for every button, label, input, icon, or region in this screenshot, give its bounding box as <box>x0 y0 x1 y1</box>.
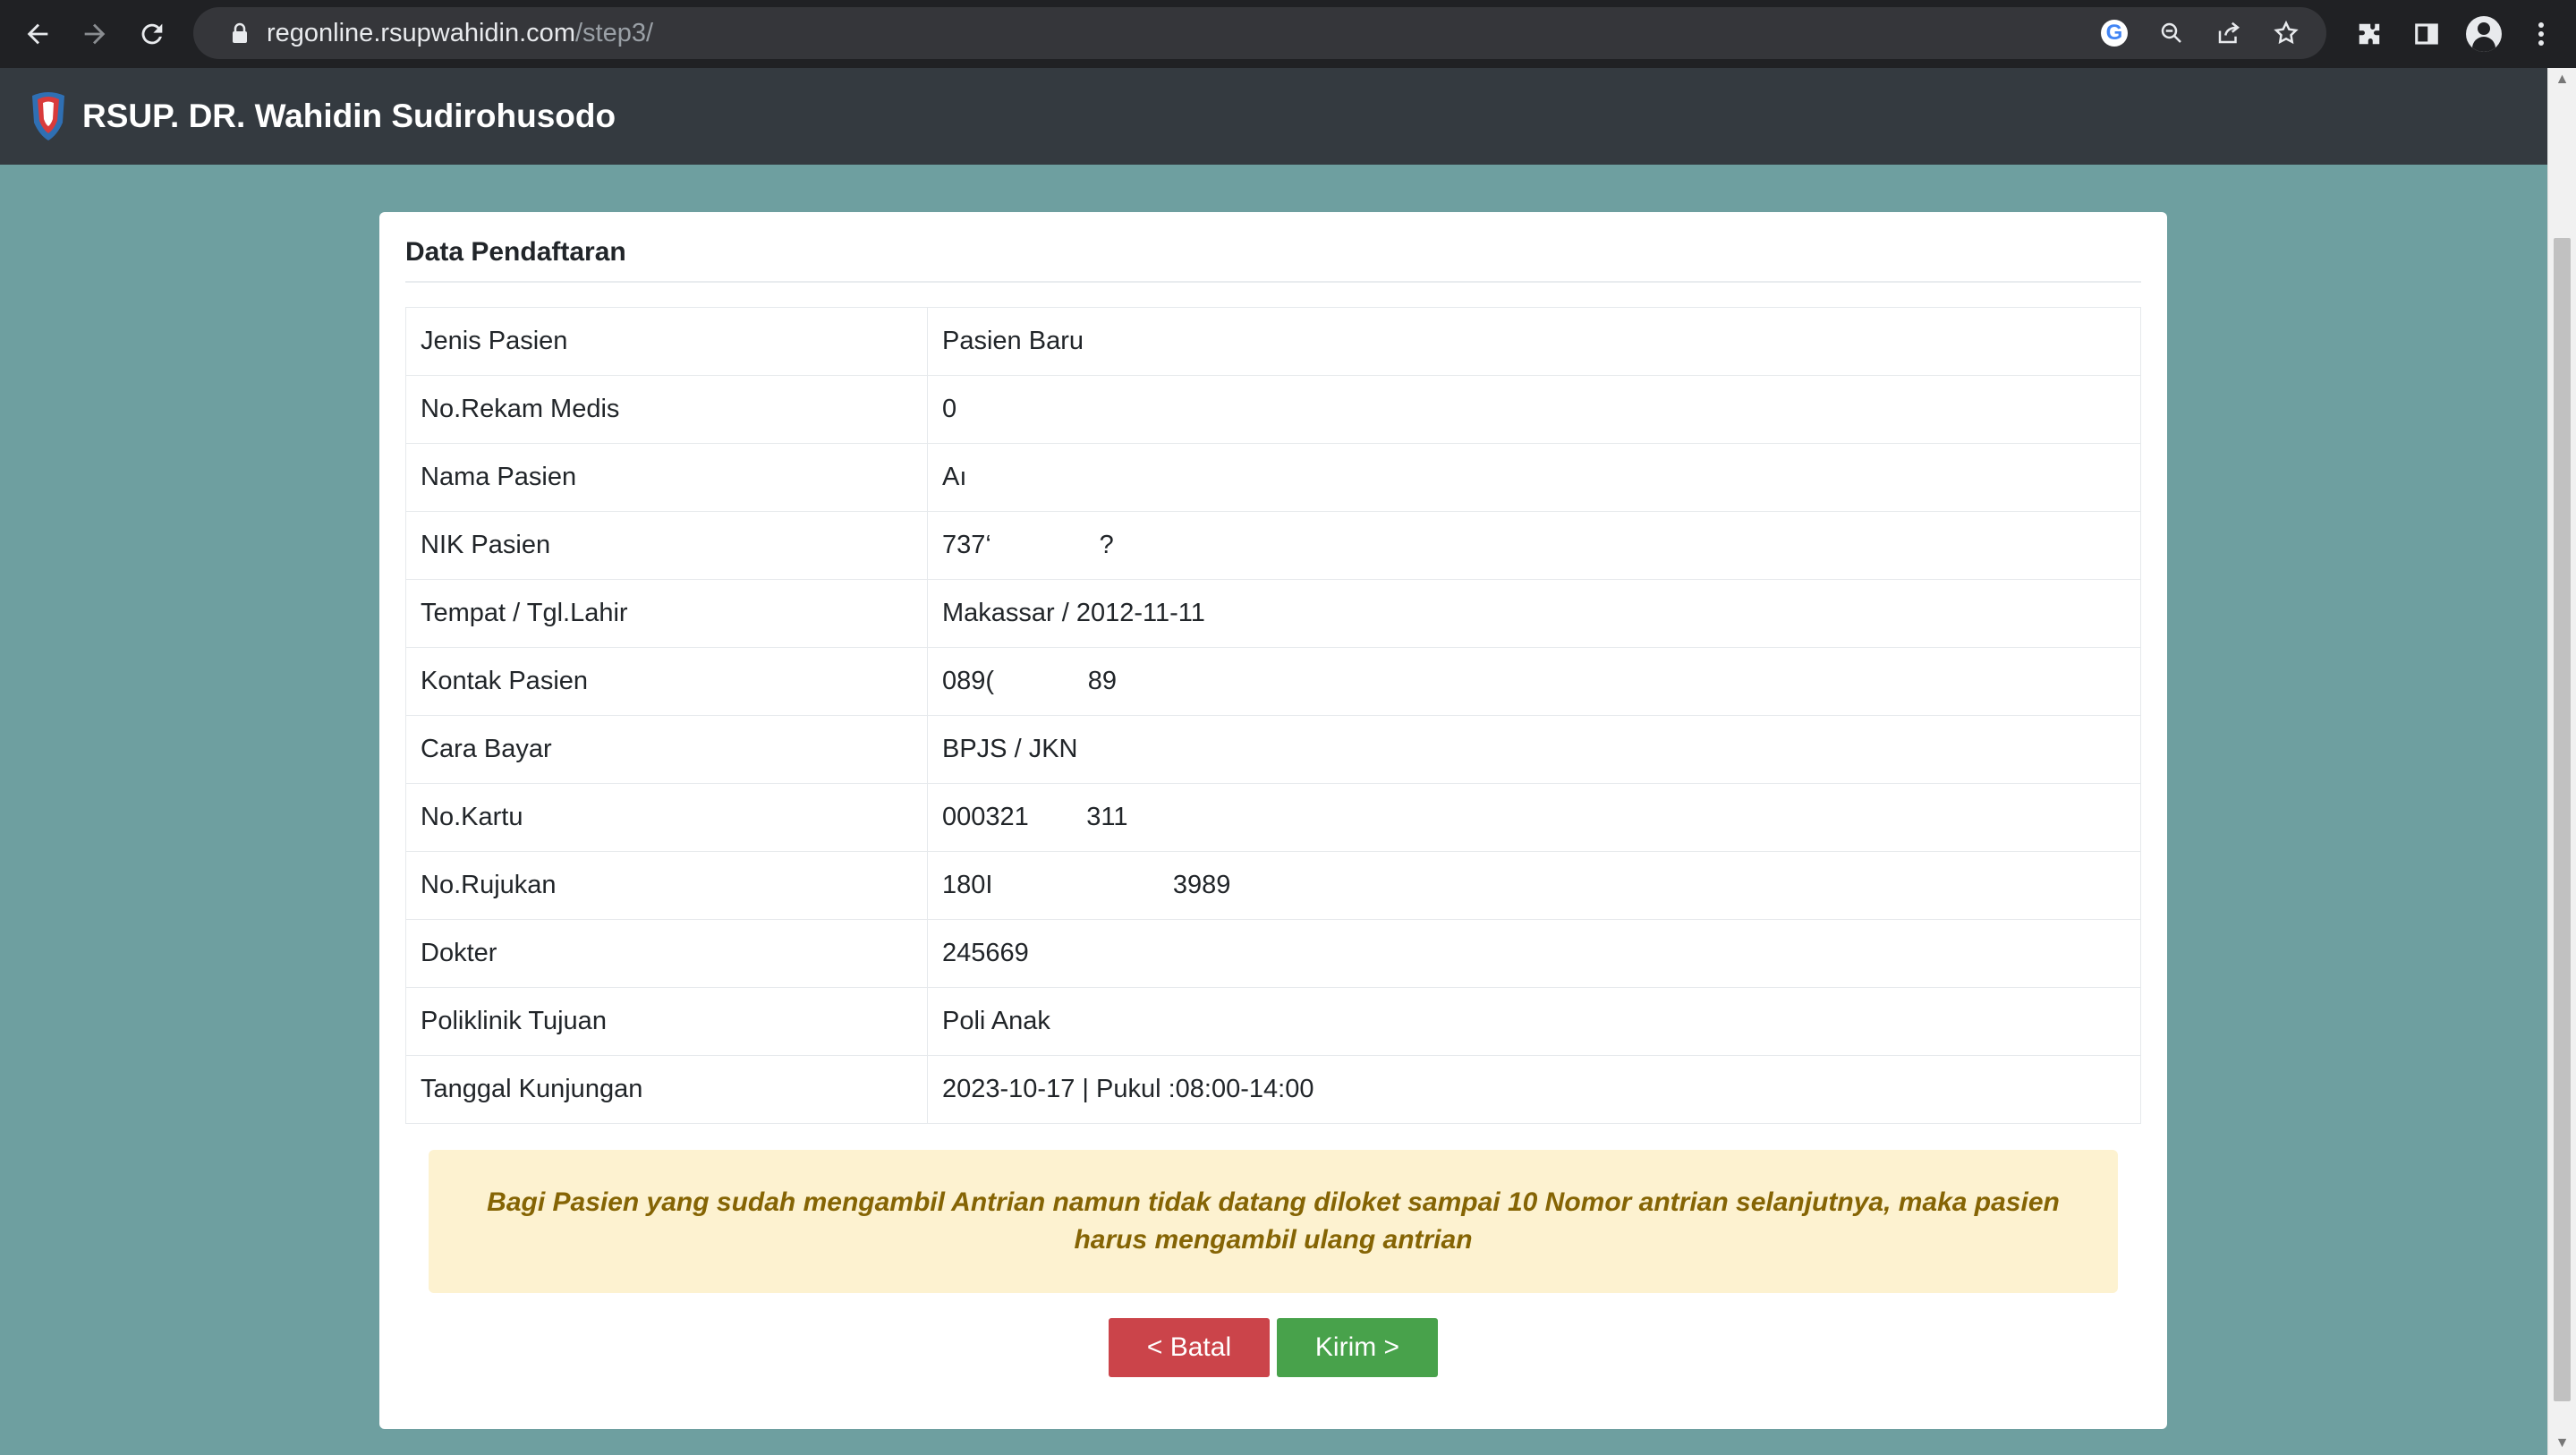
row-label: No.Kartu <box>405 783 928 852</box>
row-value: BPJS / JKN <box>927 715 2141 784</box>
row-value: Aı <box>927 443 2141 512</box>
site-navbar: RSUP. DR. Wahidin Sudirohusodo <box>0 68 2548 165</box>
share-icon[interactable] <box>2206 11 2251 55</box>
queue-notice-text: Bagi Pasien yang sudah mengambil Antrian… <box>487 1187 2060 1255</box>
address-bar[interactable]: regonline.rsupwahidin.com/step3/ G <box>193 7 2326 59</box>
submit-button[interactable]: Kirim > <box>1277 1318 1438 1377</box>
registration-table: Jenis Pasien Pasien Baru No.Rekam Medis 0 … <box>405 307 2141 1124</box>
row-value: 2023-10-17 | Pukul :08:00-14:00 <box>927 1055 2141 1124</box>
row-label: Poliklinik Tujuan <box>405 987 928 1056</box>
row-value: Poli Anak <box>927 987 2141 1056</box>
row-value: 000321 311 <box>927 783 2141 852</box>
hospital-logo-icon[interactable] <box>27 90 70 142</box>
row-value: Pasien Baru <box>927 307 2141 376</box>
row-label: Jenis Pasien <box>405 307 928 376</box>
url-path: /step3/ <box>574 18 654 47</box>
table-row: Tanggal Kunjungan 2023-10-17 | Pukul :08:… <box>405 1055 2141 1124</box>
row-value: 0 <box>927 375 2141 444</box>
browser-toolbar: regonline.rsupwahidin.com/step3/ G <box>0 0 2576 68</box>
table-row: Jenis Pasien Pasien Baru <box>405 307 2141 376</box>
row-label: Nama Pasien <box>405 443 928 512</box>
divider <box>405 281 2141 283</box>
extensions-icon[interactable] <box>2347 12 2392 56</box>
table-row: Dokter 245669 <box>405 919 2141 988</box>
page-scrollbar[interactable]: ▲ ▼ <box>2547 68 2576 1455</box>
table-row: Nama Pasien Aı <box>405 443 2141 512</box>
table-row: No.Rujukan 180I 3989 <box>405 851 2141 920</box>
row-value: Makassar / 2012-11-11 <box>927 579 2141 648</box>
brand-name[interactable]: RSUP. DR. Wahidin Sudirohusodo <box>82 98 616 135</box>
scroll-down-icon[interactable]: ▼ <box>2548 1432 2576 1455</box>
table-row: Kontak Pasien 089( 89 <box>405 647 2141 716</box>
scroll-up-icon[interactable]: ▲ <box>2548 68 2576 91</box>
card-title: Data Pendaftaran <box>405 237 626 267</box>
star-icon[interactable] <box>2264 11 2308 55</box>
reload-icon[interactable] <box>123 5 181 63</box>
row-value: 180I 3989 <box>927 851 2141 920</box>
row-label: No.Rekam Medis <box>405 375 928 444</box>
table-row: No.Kartu 000321 311 <box>405 783 2141 852</box>
row-label: No.Rujukan <box>405 851 928 920</box>
row-label: Tempat / Tgl.Lahir <box>405 579 928 648</box>
table-row: Tempat / Tgl.Lahir Makassar / 2012-11-11 <box>405 579 2141 648</box>
google-icon[interactable]: G <box>2092 11 2137 55</box>
row-label: Dokter <box>405 919 928 988</box>
row-value: 089( 89 <box>927 647 2141 716</box>
table-row: Poliklinik Tujuan Poli Anak <box>405 987 2141 1056</box>
menu-kebab-icon[interactable] <box>2519 12 2563 56</box>
registration-card: Data Pendaftaran Jenis Pasien Pasien Baru… <box>379 212 2167 1429</box>
forward-icon[interactable] <box>66 5 123 63</box>
table-row: Cara Bayar BPJS / JKN <box>405 715 2141 784</box>
queue-notice: Bagi Pasien yang sudah mengambil Antrian… <box>429 1150 2118 1293</box>
url-host: regonline.rsupwahidin.com <box>267 18 575 47</box>
profile-avatar[interactable] <box>2461 12 2506 56</box>
row-label: Cara Bayar <box>405 715 928 784</box>
row-label: Kontak Pasien <box>405 647 928 716</box>
row-label: Tanggal Kunjungan <box>405 1055 928 1124</box>
row-label: NIK Pasien <box>405 511 928 580</box>
row-value: 737‘ ? <box>927 511 2141 580</box>
url-text: regonline.rsupwahidin.com/step3/ <box>267 19 653 48</box>
zoom-icon[interactable] <box>2149 11 2194 55</box>
cancel-button[interactable]: < Batal <box>1109 1318 1270 1377</box>
lock-icon <box>213 22 267 44</box>
back-icon[interactable] <box>9 5 66 63</box>
row-value: 245669 <box>927 919 2141 988</box>
table-row: NIK Pasien 737‘ ? <box>405 511 2141 580</box>
side-panel-icon[interactable] <box>2404 12 2449 56</box>
scroll-thumb[interactable] <box>2554 238 2571 1401</box>
table-row: No.Rekam Medis 0 <box>405 375 2141 444</box>
